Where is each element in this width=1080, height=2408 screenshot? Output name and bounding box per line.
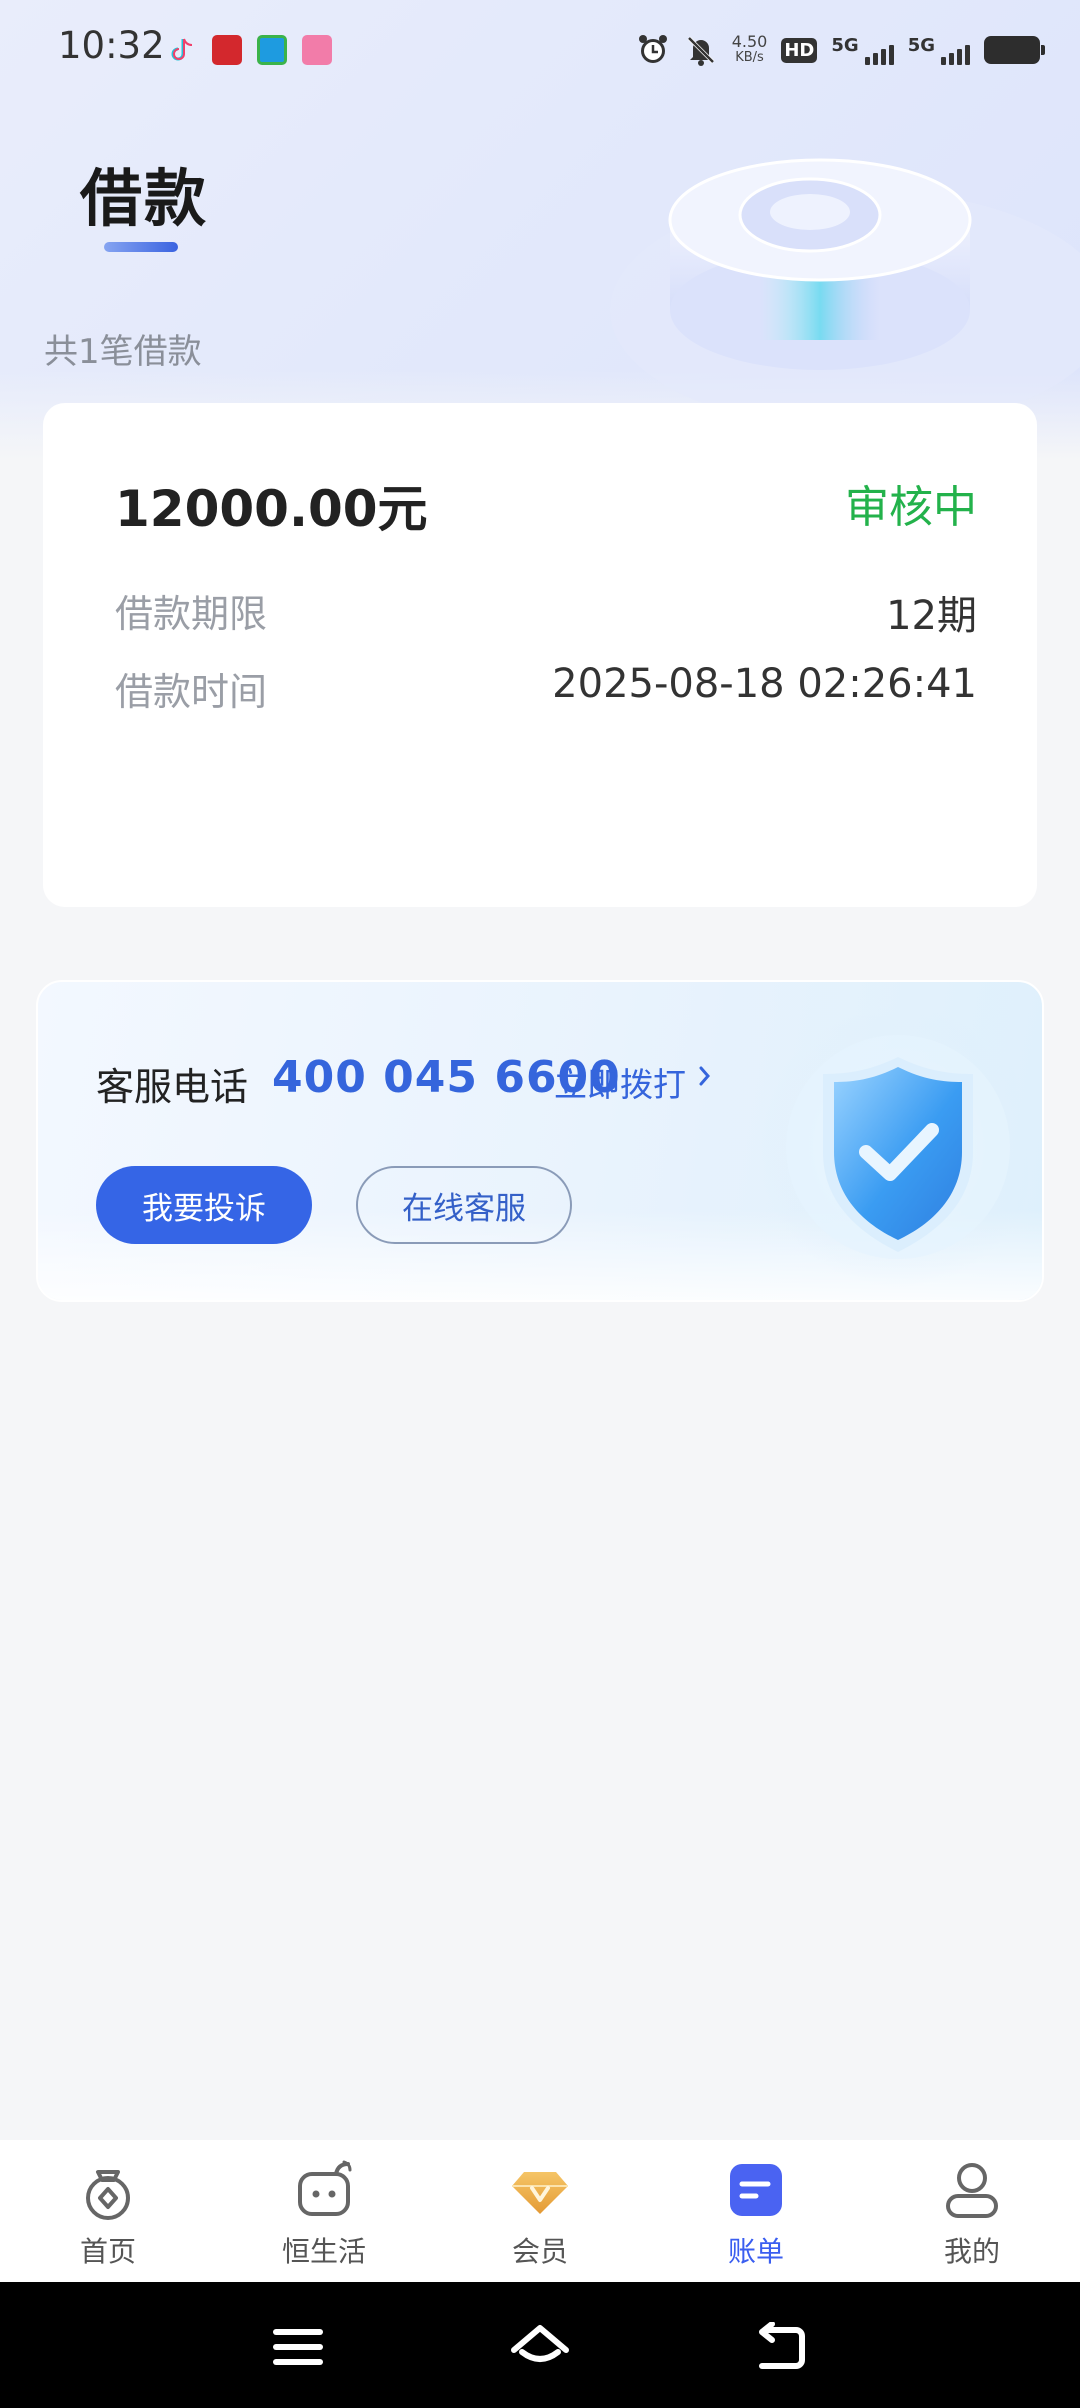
signal-1-icon: 5G (831, 35, 894, 65)
hd-label: HD (781, 37, 818, 63)
nav-label-home: 首页 (79, 2235, 136, 2268)
loan-count: 共1笔借款 (44, 332, 202, 372)
signal-2-label: 5G (907, 35, 935, 56)
app-red-icon (212, 35, 242, 65)
loan-term-label: 借款期限 (115, 592, 268, 636)
status-bar: 10:32 4.50 KB/s HD 5G 5G (0, 0, 1080, 100)
nav-item-life[interactable]: 恒生活 (216, 2140, 432, 2282)
loan-screen: 10:32 4.50 KB/s HD 5G 5G 借款 共1笔借款 12000.… (0, 0, 1080, 2408)
loan-amount: 12000.00元 (115, 480, 428, 538)
vip-diamond-icon (512, 2172, 568, 2214)
tiktok-icon (171, 38, 193, 61)
user-profile-icon (946, 2163, 998, 2218)
nav-label-bill: 账单 (727, 2235, 784, 2268)
back-icon[interactable] (752, 2322, 808, 2372)
life-robot-icon (298, 2160, 352, 2216)
service-phone-label: 客服电话 (96, 1065, 249, 1109)
app-green-icon (257, 35, 287, 65)
home-icon[interactable] (508, 2322, 572, 2372)
nav-label-mine: 我的 (943, 2235, 1000, 2268)
alarm-icon (638, 35, 667, 63)
customer-service-card: 客服电话 400 045 6600 立即拨打 我要投诉 在线客服 (36, 980, 1044, 1302)
nav-item-home[interactable]: 首页 (0, 2140, 216, 2282)
loan-card[interactable]: 12000.00元 审核中 借款期限 12期 借款时间 2025-08-18 0… (43, 403, 1037, 907)
battery-icon (984, 36, 1045, 64)
nav-item-bill[interactable]: 账单 (648, 2140, 864, 2282)
status-time: 10:32 (58, 24, 165, 67)
page-title: 借款 (80, 162, 209, 235)
nav-label-vip: 会员 (511, 2235, 568, 2268)
hd-badge: HD (781, 37, 818, 63)
bilibili-icon (302, 35, 332, 65)
nav-label-life: 恒生活 (281, 2235, 366, 2268)
home-money-bag-icon (86, 2170, 130, 2220)
loan-time-value: 2025-08-18 02:26:41 (552, 661, 977, 707)
net-speed-unit: KB/s (735, 50, 764, 65)
decorative-ring-graphic (610, 158, 1080, 430)
system-nav-bar (0, 2282, 1080, 2408)
loan-term-value: 12期 (886, 593, 977, 639)
title-underline (104, 242, 178, 252)
status-right-cluster: 4.50 KB/s HD 5G 5G (636, 30, 1045, 70)
net-speed: 4.50 KB/s (732, 34, 768, 66)
signal-1-label: 5G (831, 35, 859, 56)
menu-icon[interactable] (270, 2322, 326, 2372)
mute-icon (687, 36, 715, 66)
nav-item-vip[interactable]: 会员 (432, 2140, 648, 2282)
complain-button[interactable]: 我要投诉 (96, 1166, 312, 1244)
signal-2-icon: 5G (908, 35, 970, 65)
bottom-nav: 首页 恒生活 会员 账单 我的 (0, 2140, 1080, 2282)
shield-check-icon (758, 1007, 1028, 1287)
loan-status-badge: 审核中 (845, 482, 977, 533)
chevron-right-icon (699, 1066, 710, 1086)
bill-document-icon (730, 2164, 782, 2216)
net-speed-value: 4.50 (731, 32, 768, 51)
call-now-link[interactable]: 立即拨打 (554, 1058, 686, 1106)
nav-item-mine[interactable]: 我的 (864, 2140, 1080, 2282)
online-service-button[interactable]: 在线客服 (356, 1166, 572, 1244)
loan-time-label: 借款时间 (115, 670, 268, 714)
